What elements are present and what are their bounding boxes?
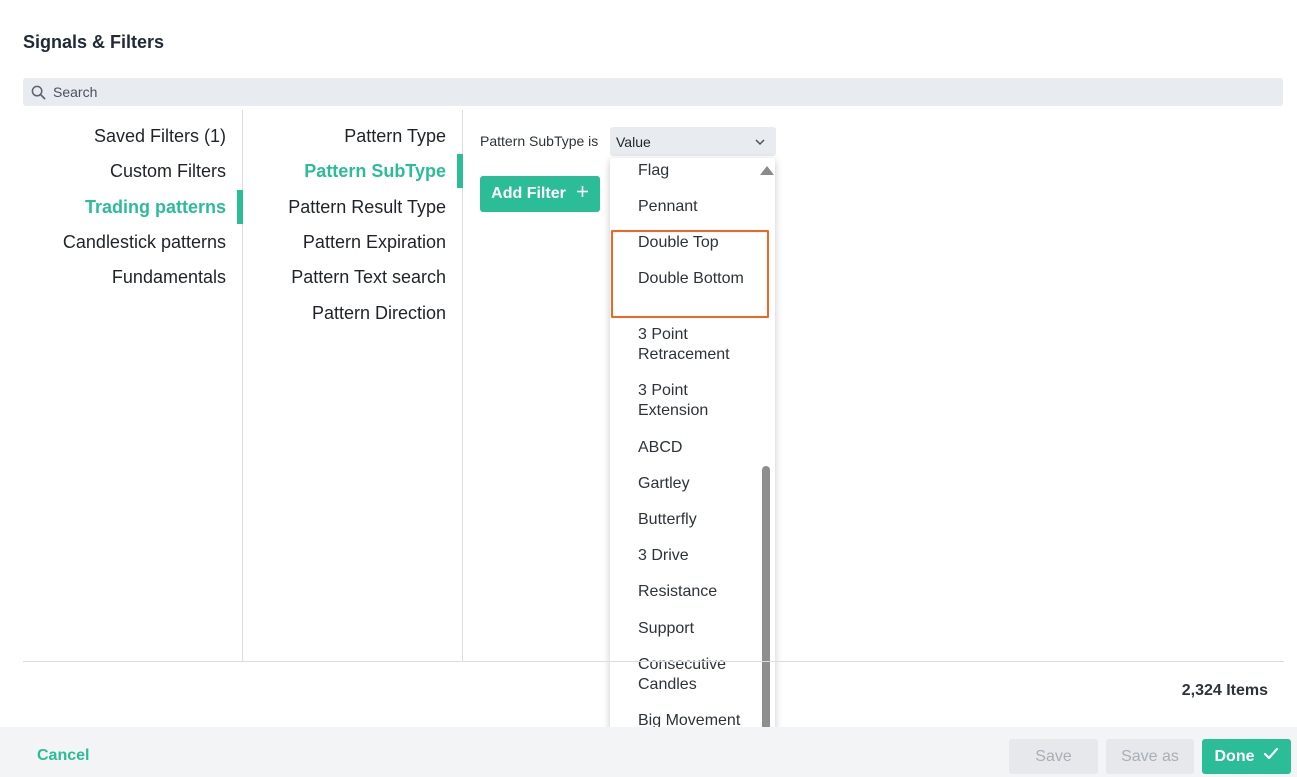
add-filter-button[interactable]: Add Filter (480, 176, 600, 212)
value-select-text: Value (616, 133, 651, 150)
save-as-button[interactable]: Save as (1106, 739, 1194, 774)
option-3-point-retracement[interactable]: 3 Point Retracement (638, 325, 758, 365)
subtype-dropdown: Flag Pennant Double Top Double Bottom 3 … (610, 158, 775, 763)
option-support[interactable]: Support (638, 619, 758, 639)
chevron-down-icon (754, 135, 766, 151)
option-pennant[interactable]: Pennant (638, 197, 758, 217)
subcategory-pattern-result-type[interactable]: Pattern Result Type (288, 190, 462, 224)
search-input[interactable] (53, 84, 653, 100)
value-select[interactable]: Value (610, 127, 776, 156)
category-trading-patterns[interactable]: Trading patterns (85, 190, 244, 224)
option-gartley[interactable]: Gartley (638, 474, 758, 494)
save-button[interactable]: Save (1009, 739, 1098, 774)
option-3-point-extension[interactable]: 3 Point Extension (638, 381, 758, 421)
option-abcd[interactable]: ABCD (638, 438, 758, 458)
subcategory-pattern-direction[interactable]: Pattern Direction (312, 296, 462, 330)
scroll-up-arrow-icon[interactable] (760, 166, 774, 175)
done-button[interactable]: Done (1202, 739, 1291, 774)
subcategory-pattern-type[interactable]: Pattern Type (344, 119, 462, 153)
subcategory-pattern-expiration[interactable]: Pattern Expiration (303, 225, 462, 259)
option-3-drive[interactable]: 3 Drive (638, 546, 758, 566)
subcategory-pattern-text-search[interactable]: Pattern Text search (291, 260, 462, 294)
category-custom-filters[interactable]: Custom Filters (110, 154, 242, 188)
option-butterfly[interactable]: Butterfly (638, 510, 758, 530)
category-list: Saved Filters (1) Custom Filters Trading… (23, 110, 244, 661)
footer-bar (0, 727, 1297, 777)
option-double-top[interactable]: Double Top (638, 233, 758, 253)
plus-icon (576, 185, 589, 203)
subcategory-list: Pattern Type Pattern SubType Pattern Res… (244, 110, 463, 661)
done-label: Done (1214, 747, 1255, 765)
checkmark-icon (1263, 747, 1279, 766)
add-filter-label: Add Filter (491, 185, 566, 202)
option-flag[interactable]: Flag (638, 161, 758, 181)
items-count: 2,324 Items (1181, 682, 1268, 699)
scrollbar-thumb[interactable] (762, 466, 770, 742)
cancel-button[interactable]: Cancel (37, 747, 89, 765)
category-saved-filters[interactable]: Saved Filters (1) (94, 119, 242, 153)
category-fundamentals[interactable]: Fundamentals (112, 260, 242, 294)
divider (23, 661, 1284, 662)
subcategory-pattern-subtype[interactable]: Pattern SubType (304, 154, 463, 188)
filter-condition-label: Pattern SubType is (480, 133, 599, 149)
dialog-title: Signals & Filters (23, 32, 165, 52)
category-candlestick-patterns[interactable]: Candlestick patterns (63, 225, 242, 259)
search-bar[interactable] (23, 78, 1283, 106)
option-resistance[interactable]: Resistance (638, 582, 758, 602)
option-double-bottom[interactable]: Double Bottom (638, 269, 758, 289)
search-icon (31, 84, 47, 100)
